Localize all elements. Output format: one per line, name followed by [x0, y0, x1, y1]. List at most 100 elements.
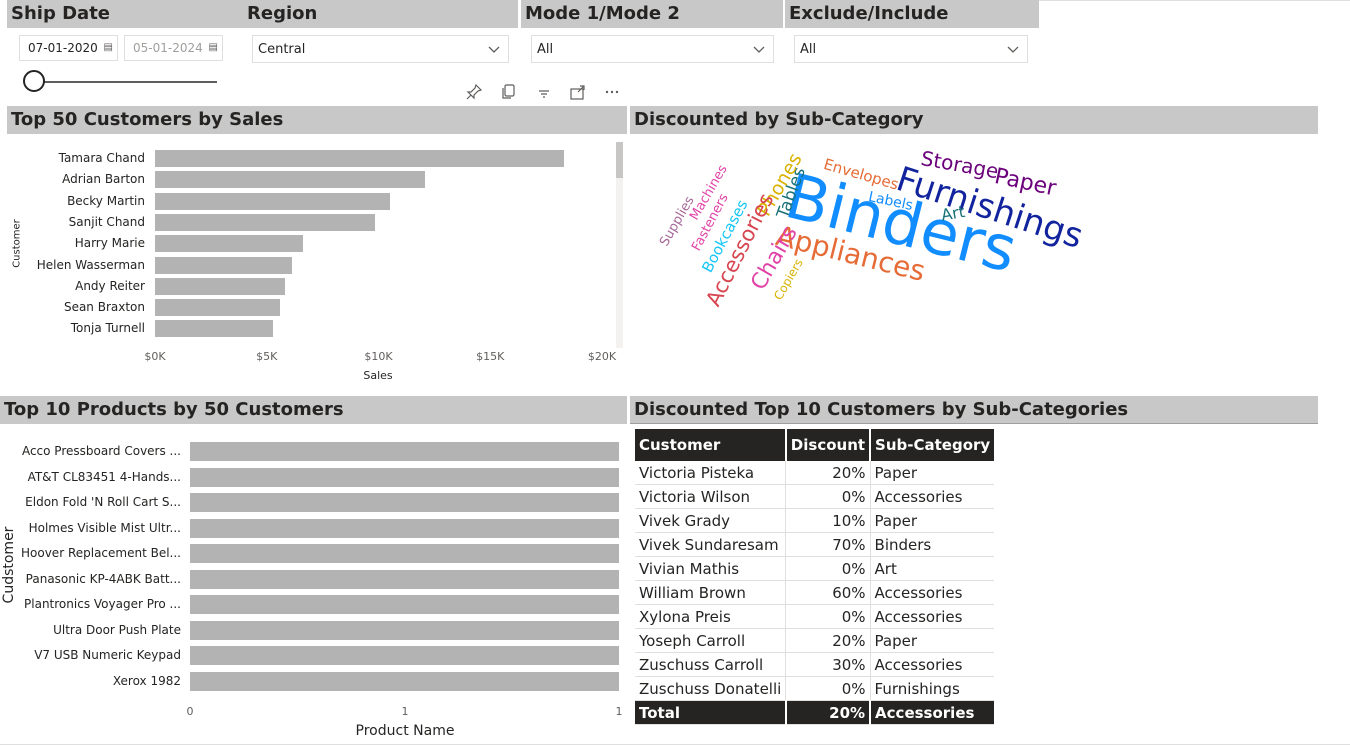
table-row[interactable]: Victoria Pisteka 20% Paper — [635, 461, 995, 485]
product-bar[interactable] — [190, 671, 619, 691]
date-range-slider-track[interactable] — [35, 81, 217, 83]
customer-bar[interactable] — [155, 320, 274, 338]
customer-cell: Yoseph Carroll — [635, 628, 787, 653]
chevron-down-icon — [488, 46, 500, 53]
table-row[interactable]: Xylona Preis 0% Accessories — [635, 604, 995, 629]
discount-cell: 70% — [785, 532, 871, 557]
discount-cell: 0% — [785, 484, 871, 509]
product-bar[interactable] — [190, 569, 619, 589]
sub-category-cell: Paper — [870, 628, 995, 653]
products-x-axis-title: Product Name — [355, 723, 455, 739]
customer-bar[interactable] — [155, 150, 564, 167]
mode-slicer-title: Mode 1/Mode 2 — [521, 0, 783, 28]
product-bar[interactable] — [190, 620, 619, 640]
product-bar[interactable] — [190, 467, 619, 487]
sub-category-cell: Accessories — [870, 580, 995, 605]
more-options-icon[interactable] — [603, 83, 621, 101]
customer-bar[interactable] — [155, 299, 281, 317]
product-bar[interactable] — [190, 518, 619, 538]
product-bar-label: Acco Pressboard Covers ... — [21, 444, 181, 458]
pin-icon[interactable] — [465, 83, 483, 101]
region-dropdown[interactable]: Central — [252, 35, 509, 63]
product-bar[interactable] — [190, 646, 619, 665]
product-bar[interactable] — [190, 544, 619, 563]
customer-bar-label: Andy Reiter — [75, 278, 145, 293]
bottom-border-line — [0, 744, 1350, 745]
discount-cell: 30% — [785, 652, 871, 677]
product-bar[interactable] — [190, 595, 619, 614]
table-row[interactable]: Vivek Grady 10% Paper — [635, 508, 995, 533]
exclude-dropdown[interactable]: All — [794, 35, 1028, 63]
customers-x-tick-label: $0K — [144, 350, 166, 363]
product-bar[interactable] — [190, 493, 619, 512]
product-bar-label: V7 USB Numeric Keypad — [34, 648, 181, 662]
customer-bar[interactable] — [155, 192, 390, 210]
customers-scrollbar-thumb[interactable] — [616, 142, 623, 178]
wordcloud-visual: Binders Furnishings Appliances Storage Paper… — [630, 135, 1318, 385]
table-row[interactable]: Zuschuss Donatelli 0% Furnishings — [635, 676, 995, 701]
mode-dropdown-value: All — [537, 42, 554, 57]
calendar-icon[interactable]: ▤ — [104, 36, 113, 60]
customer-cell: Vivian Mathis — [635, 556, 787, 581]
customer-bar-label: Helen Wasserman — [36, 257, 145, 272]
sub-category-cell: Furnishings — [870, 676, 995, 701]
discount-cell: 0% — [785, 556, 871, 581]
chevron-down-icon — [1007, 46, 1019, 53]
table-header-row: Customer Discount Sub-Category — [635, 429, 995, 461]
end-date-input[interactable]: 05-01-2024 ▤ — [124, 35, 223, 61]
table-row[interactable]: William Brown 60% Accessories — [635, 580, 995, 605]
wordcloud-title: Discounted by Sub-Category — [630, 106, 1318, 134]
table-row[interactable]: Vivian Mathis 0% Art — [635, 556, 995, 581]
customers-x-tick-label: $15K — [476, 350, 505, 363]
customer-cell: Vivek Sundaresam — [635, 532, 787, 557]
sub-category-cell: Accessories — [870, 652, 995, 677]
wordcloud-word[interactable]: Art — [940, 202, 967, 225]
column-header-discount[interactable]: Discount — [785, 429, 872, 461]
calendar-icon[interactable]: ▤ — [209, 36, 218, 60]
top-border-line — [1039, 0, 1350, 1]
customers-scrollbar[interactable] — [616, 142, 623, 348]
products-chart-title: Top 10 Products by 50 Customers — [0, 396, 627, 424]
table-total-row: Total 20% Accessories — [635, 700, 995, 725]
mode-dropdown[interactable]: All — [531, 35, 774, 63]
customer-bar[interactable] — [155, 256, 293, 274]
chevron-down-icon — [753, 46, 765, 53]
customer-cell: William Brown — [635, 580, 787, 605]
table-row[interactable]: Yoseph Carroll 20% Paper — [635, 628, 995, 653]
date-range-slider-handle[interactable] — [23, 70, 45, 92]
sub-category-cell: Binders — [870, 532, 995, 557]
product-bar-label: Plantronics Voyager Pro ... — [24, 597, 181, 611]
product-bar-label: AT&T CL83451 4-Hands... — [27, 469, 181, 484]
customer-bar[interactable] — [155, 235, 303, 253]
discount-table: Customer Discount Sub-Category Victoria … — [635, 429, 995, 725]
customer-bar-label: Harry Marie — [74, 236, 145, 251]
sub-category-cell: Accessories — [870, 484, 995, 509]
column-header-customer[interactable]: Customer — [635, 429, 787, 461]
start-date-value: 07-01-2020 — [28, 41, 98, 55]
table-row[interactable]: Zuschuss Carroll 30% Accessories — [635, 652, 995, 677]
column-header-sub-category[interactable]: Sub-Category — [870, 429, 995, 461]
customer-cell: Zuschuss Donatelli — [635, 676, 787, 701]
customer-bar[interactable] — [155, 213, 376, 231]
discount-cell: 10% — [785, 508, 871, 533]
table-row[interactable]: Victoria Wilson 0% Accessories — [635, 484, 995, 509]
product-bar[interactable] — [190, 442, 619, 461]
customer-bar[interactable] — [155, 171, 426, 189]
start-date-input[interactable]: 07-01-2020 ▤ — [19, 35, 118, 61]
product-bar-label: Eldon Fold 'N Roll Cart S... — [25, 495, 181, 509]
discount-cell: 0% — [785, 676, 871, 701]
product-bar-label: Panasonic KP-4ABK Batt... — [25, 571, 181, 586]
end-date-value: 05-01-2024 — [133, 41, 203, 55]
region-slicer-title: Region — [243, 0, 518, 28]
sub-category-cell: Accessories — [870, 604, 995, 629]
customers-x-tick-label: $20K — [587, 350, 617, 363]
table-row[interactable]: Vivek Sundaresam 70% Binders — [635, 532, 995, 557]
products-y-axis-title: Cudstomer — [1, 526, 17, 604]
customer-cell: Victoria Pisteka — [635, 461, 787, 485]
customer-bar[interactable] — [155, 277, 285, 295]
discount-cell: 20% — [785, 628, 871, 653]
copy-icon[interactable] — [500, 83, 518, 101]
customer-bar-label: Adrian Barton — [62, 172, 145, 187]
focus-mode-icon[interactable] — [569, 83, 587, 101]
filter-icon[interactable] — [535, 83, 553, 101]
